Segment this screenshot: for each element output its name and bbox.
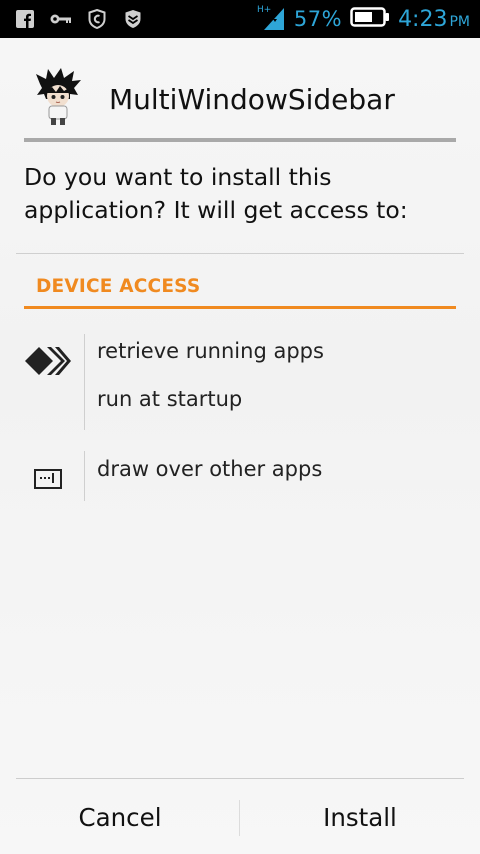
window-overlay-icon <box>24 461 72 497</box>
permission-separator <box>84 334 85 430</box>
app-header: MultiWindowSidebar <box>24 68 456 132</box>
signal-icon: H+ <box>256 2 286 36</box>
anime-character-icon <box>34 68 82 126</box>
shield-icon <box>86 8 108 30</box>
permission-separator <box>84 451 85 501</box>
permission-item: run at startup <box>97 387 243 411</box>
button-separator <box>239 800 240 836</box>
permission-item: draw over other apps <box>97 457 323 481</box>
app-name: MultiWindowSidebar <box>109 83 395 116</box>
clock-ampm: PM <box>449 13 470 30</box>
section-title-device-access: DEVICE ACCESS <box>36 276 201 297</box>
key-icon <box>50 8 72 30</box>
battery-icon <box>350 6 390 32</box>
status-bar: H+ 57% 4:23 PM <box>0 0 480 38</box>
double-chevron-icon <box>24 343 72 379</box>
install-dialog: MultiWindowSidebar Do you want to instal… <box>0 38 480 854</box>
cancel-button[interactable]: Cancel <box>8 780 232 854</box>
button-bar-divider <box>16 778 464 779</box>
divider <box>16 253 464 254</box>
install-button[interactable]: Install <box>248 780 472 854</box>
permission-group: draw over other apps <box>0 451 480 503</box>
section-divider <box>24 306 456 309</box>
permission-group: retrieve running apps run at startup <box>0 334 480 432</box>
clock-time: 4:23 <box>398 6 448 32</box>
shield-chevron-icon <box>122 8 144 30</box>
install-question: Do you want to install this application?… <box>24 163 408 224</box>
clock: 4:23 PM <box>398 7 470 32</box>
facebook-icon <box>14 8 36 30</box>
network-type-label: H+ <box>257 5 271 15</box>
battery-percent: 57% <box>293 7 343 31</box>
header-divider <box>24 138 456 142</box>
system-icons: H+ 57% 4:23 PM <box>256 4 470 34</box>
notification-icons <box>14 8 144 30</box>
permission-item: retrieve running apps <box>97 339 324 363</box>
